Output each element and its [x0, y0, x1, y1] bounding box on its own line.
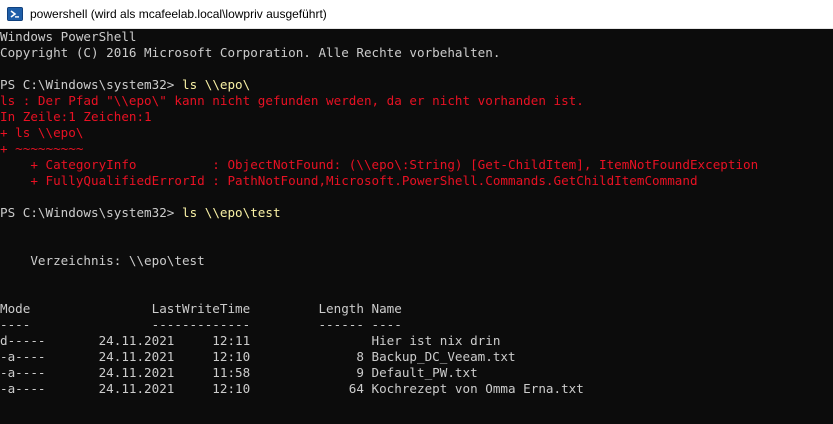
command-line-1: PS C:\Windows\system32> ls \\epo\	[0, 77, 250, 93]
command-line-2: PS C:\Windows\system32> ls \\epo\test	[0, 205, 281, 221]
error-line: In Zeile:1 Zeichen:1	[0, 109, 152, 124]
banner-line: Windows PowerShell	[0, 29, 137, 44]
table-header: Mode LastWriteTime Length Name	[0, 301, 402, 316]
powershell-icon	[7, 6, 23, 22]
prompt-text: PS C:\Windows\system32>	[0, 205, 182, 220]
prompt-text: PS C:\Windows\system32>	[0, 77, 182, 92]
command-text: ls \\epo\	[181, 77, 251, 92]
window-title: powershell (wird als mcafeelab.local\low…	[30, 7, 327, 21]
console-output[interactable]: Windows PowerShell Copyright (C) 2016 Mi…	[0, 29, 833, 424]
table-row: -a---- 24.11.2021 12:10 64 Kochrezept vo…	[0, 381, 584, 396]
table-row: d----- 24.11.2021 12:11 Hier ist nix dri…	[0, 333, 501, 348]
error-line: + FullyQualifiedErrorId : PathNotFound,M…	[0, 173, 698, 188]
directory-heading: Verzeichnis: \\epo\test	[0, 253, 205, 268]
error-line: + ~~~~~~~~~	[0, 141, 84, 156]
error-line: + ls \\epo\	[0, 125, 84, 140]
error-line: + CategoryInfo : ObjectNotFound: (\\epo\…	[0, 157, 759, 172]
error-line: ls : Der Pfad "\\epo\" kann nicht gefund…	[0, 93, 584, 108]
command-text: ls \\epo\test	[181, 205, 281, 220]
table-row: -a---- 24.11.2021 11:58 9 Default_PW.txt	[0, 365, 478, 380]
table-row: -a---- 24.11.2021 12:10 8 Backup_DC_Veea…	[0, 349, 516, 364]
window-titlebar[interactable]: powershell (wird als mcafeelab.local\low…	[0, 0, 833, 29]
table-separator: ---- ------------- ------ ----	[0, 317, 402, 332]
copyright-line: Copyright (C) 2016 Microsoft Corporation…	[0, 45, 501, 60]
